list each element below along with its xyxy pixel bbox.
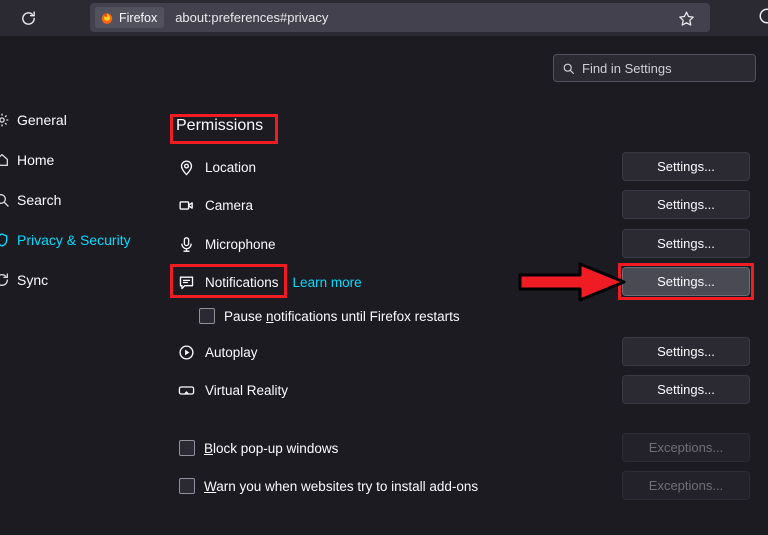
- warn-addons-label: Warn you when websites try to install ad…: [204, 478, 479, 494]
- vr-goggles-icon: [178, 385, 195, 395]
- button-label: Settings...: [657, 344, 715, 359]
- block-popups-label: Block pop-up windows: [204, 440, 339, 456]
- learn-more-link[interactable]: Learn more: [293, 275, 362, 290]
- button-label: Exceptions...: [648, 478, 724, 493]
- microphone-settings-button[interactable]: Settings...: [622, 229, 750, 258]
- location-pin-icon: [180, 160, 193, 176]
- button-label: Settings...: [657, 274, 715, 289]
- block-popups-checkbox-row[interactable]: Block pop-up windows: [179, 440, 338, 456]
- pause-notifications-checkbox[interactable]: [199, 308, 215, 324]
- warn-addons-exceptions-button[interactable]: Exceptions...: [622, 471, 750, 500]
- camera-icon: [179, 200, 193, 210]
- autoplay-icon: [179, 344, 194, 360]
- button-label: Settings...: [657, 197, 715, 212]
- permission-row-virtual-reality: Virtual Reality: [178, 378, 288, 402]
- notifications-settings-button[interactable]: Settings...: [622, 267, 750, 296]
- button-label: Settings...: [657, 236, 715, 251]
- pause-notifications-label: Pause notifications until Firefox restar…: [224, 308, 460, 324]
- button-label: Settings...: [657, 159, 715, 174]
- warn-addons-checkbox-row[interactable]: Warn you when websites try to install ad…: [179, 478, 478, 494]
- permission-row-autoplay: Autoplay: [178, 340, 258, 364]
- camera-settings-button[interactable]: Settings...: [622, 190, 750, 219]
- page-title: Permissions: [176, 117, 264, 134]
- permission-label: Notifications: [205, 274, 279, 290]
- button-label: Settings...: [657, 382, 715, 397]
- notification-bubble-icon: [179, 276, 194, 289]
- permission-label: Virtual Reality: [205, 382, 289, 398]
- permission-label: Camera: [205, 197, 254, 213]
- pause-notifications-checkbox-row[interactable]: Pause notifications until Firefox restar…: [199, 308, 460, 324]
- location-settings-button[interactable]: Settings...: [622, 152, 750, 181]
- annotation-arrow-icon: [518, 262, 626, 302]
- permission-row-camera: Camera: [178, 193, 253, 217]
- permission-row-location: Location: [178, 155, 256, 179]
- block-popups-checkbox[interactable]: [179, 440, 195, 456]
- permission-label: Location: [205, 159, 257, 175]
- autoplay-settings-button[interactable]: Settings...: [622, 337, 750, 366]
- virtual-reality-settings-button[interactable]: Settings...: [622, 375, 750, 404]
- settings-main-panel: Permissions Location Camera Microphone N…: [0, 0, 768, 535]
- block-popups-exceptions-button[interactable]: Exceptions...: [622, 433, 750, 462]
- button-label: Exceptions...: [648, 440, 724, 455]
- permission-row-microphone: Microphone: [178, 232, 276, 256]
- warn-addons-checkbox[interactable]: [179, 478, 195, 494]
- permission-label: Autoplay: [205, 344, 258, 360]
- permission-row-notifications: Notifications Learn more: [178, 270, 362, 294]
- microphone-icon: [181, 236, 192, 252]
- permission-label: Microphone: [205, 236, 276, 252]
